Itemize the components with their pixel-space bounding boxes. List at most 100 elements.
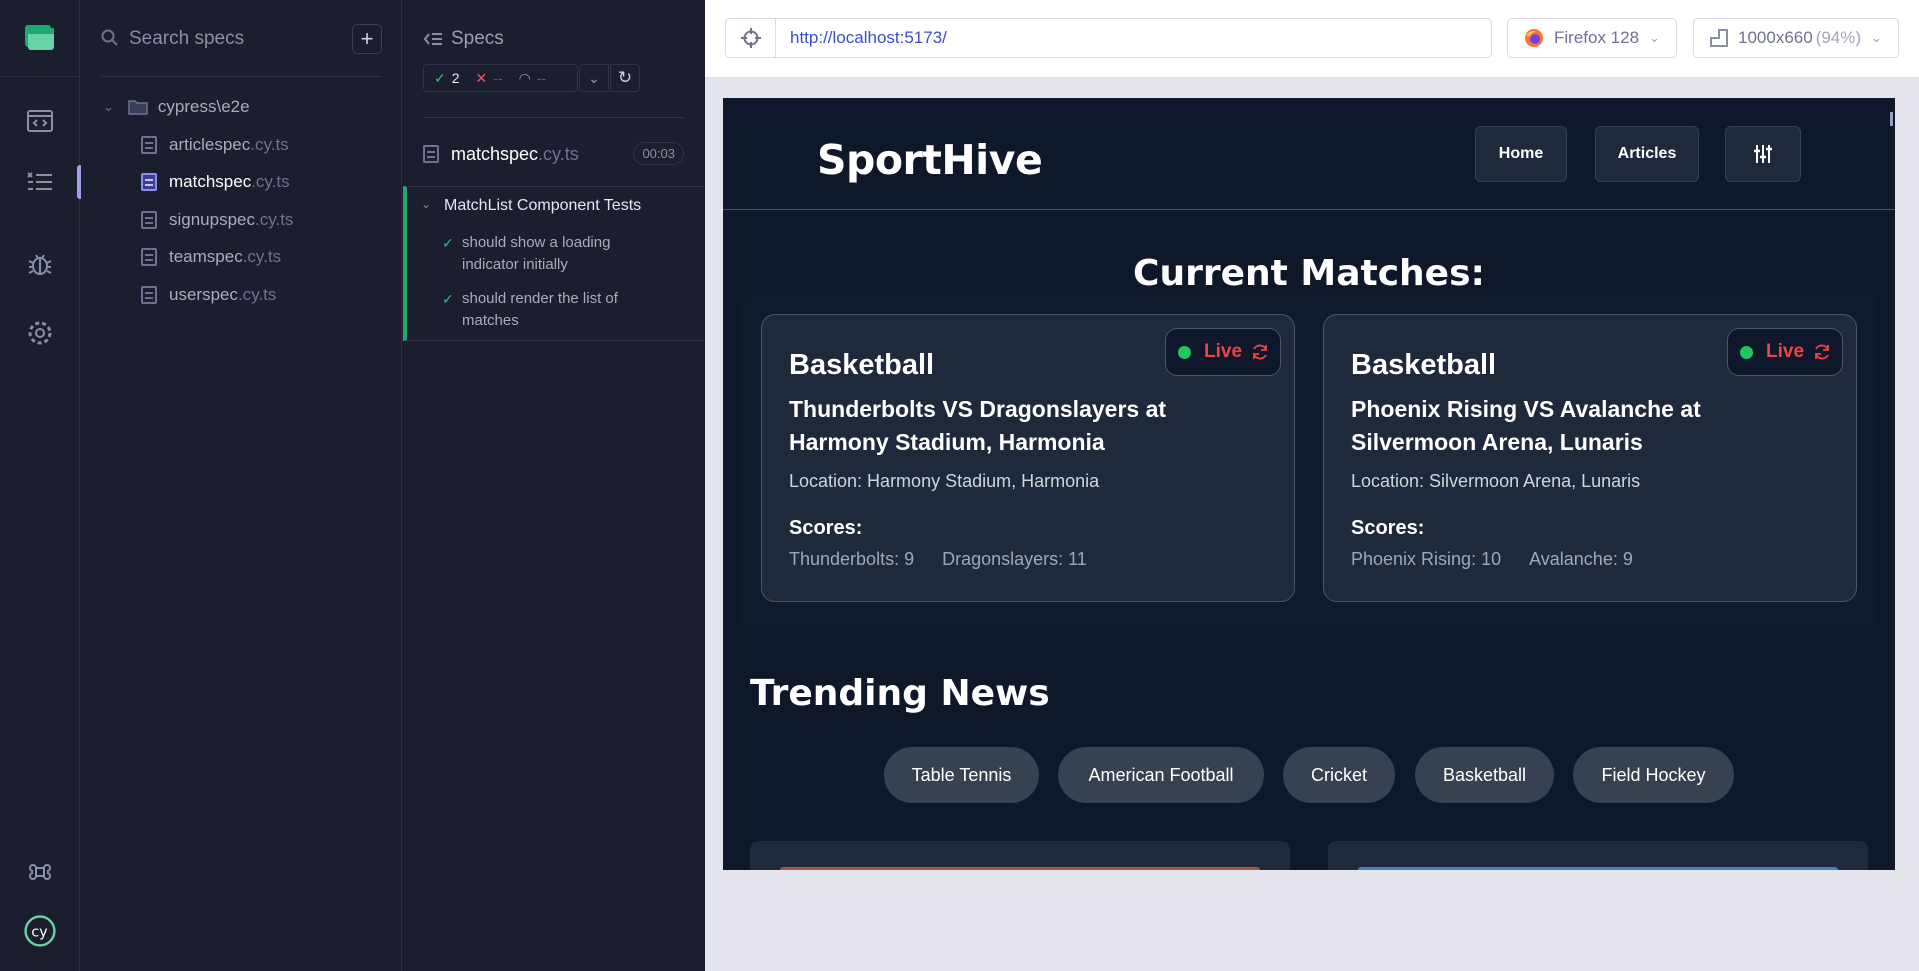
folder-name: cypress\e2e [157,97,250,116]
aut-area: http://localhost:5173/ Firefox 128 ⌄ 100… [705,0,1919,971]
spec-file-row[interactable]: articlespec .cy.ts [141,132,289,158]
match-card[interactable]: Live Basketball Thunderbolts VS Dragonsl… [761,314,1295,602]
refresh-icon[interactable] [1813,343,1831,361]
live-status-badge[interactable]: Live [1727,328,1843,376]
pass-check-icon: ✓ [442,291,454,307]
running-spec-ext: .cy.ts [538,143,579,164]
firefox-icon [1525,29,1543,47]
cypress-app-logo-icon[interactable] [24,24,54,50]
team-a-score: Thunderbolts: 9 [789,549,915,569]
pending-count: -- [536,70,547,86]
news-card[interactable] [1328,841,1868,870]
scores-label: Scores: [789,517,863,539]
match-card[interactable]: Live Basketball Phoenix Rising VS Avalan… [1323,314,1857,602]
reporter-header[interactable]: Specs [423,28,504,50]
aut-toolbar: http://localhost:5173/ Firefox 128 ⌄ 100… [705,0,1919,78]
chevron-down-icon: ⌄ [588,69,600,86]
search-icon [101,29,118,46]
pending-circle-icon: ◠ [518,69,531,86]
spec-file-name: matchspec [169,172,252,191]
folder-row[interactable]: ⌄ cypress\e2e [103,94,250,120]
document-icon [141,286,157,304]
test-item[interactable]: ✓ should show a loading indicator initia… [442,232,662,276]
chevron-down-icon: ⌄ [1649,30,1660,45]
failed-count: -- [493,70,503,86]
expand-collapse-button[interactable]: ⌄ [579,64,609,92]
suite-title: MatchList Component Tests [444,197,642,214]
scrollbar[interactable] [1890,112,1893,126]
spec-file-ext: .cy.ts [251,172,290,191]
news-image [780,867,1260,870]
spec-file-name: teamspec [169,247,243,266]
keyboard-shortcuts-icon[interactable] [24,856,56,888]
filter-settings-button[interactable] [1725,126,1801,182]
runs-icon[interactable] [24,105,56,137]
spec-file-ext: .cy.ts [237,285,277,304]
news-image [1358,867,1838,870]
spec-file-name: articlespec [169,135,251,154]
reporter-title: Specs [451,28,504,49]
spec-file-row[interactable]: signupspec .cy.ts [141,207,293,233]
spec-file-ext: .cy.ts [250,135,289,154]
search-underline [101,76,381,77]
document-icon [141,248,157,266]
rerun-button[interactable]: ↻ [610,64,640,92]
live-label: Live [1204,341,1243,362]
cypress-logo-icon: cy [24,915,56,947]
refresh-icon: ↻ [617,68,633,87]
document-icon [141,173,157,191]
url-text[interactable]: http://localhost:5173/ [790,28,947,48]
team-a-score: Phoenix Rising: 10 [1351,549,1502,569]
test-suite[interactable]: ⌄ MatchList Component Tests ✓ should sho… [403,186,704,341]
add-spec-button[interactable]: + [352,24,382,54]
viewport-info[interactable]: 1000x660 (94%) ⌄ [1693,18,1899,58]
match-sport: Basketball [789,349,935,381]
test-title: should show a loading indicator initiall… [462,234,611,273]
specs-tree-panel: Search specs + ⌄ cypress\e2e articlespec… [81,0,402,971]
match-title: Phoenix Rising VS Avalanche at Silvermoo… [1351,396,1701,455]
browser-select[interactable]: Firefox 128 ⌄ [1507,18,1677,58]
svg-text:cy: cy [31,925,48,941]
fail-x-icon: ✕ [475,69,488,86]
running-spec-name: matchspec [451,143,539,164]
score-line: Thunderbolts: 9 Dragonslayers: 11 [789,549,1115,570]
specs-list-icon[interactable] [24,165,56,197]
category-chip[interactable]: Table Tennis [884,747,1039,803]
spec-file-row[interactable]: userspec .cy.ts [141,282,276,308]
scores-label: Scores: [1351,517,1425,539]
search-specs[interactable]: Search specs [101,22,391,56]
brand-logo[interactable]: SportHive [817,136,1043,184]
reporter-divider [423,117,684,118]
reporter-panel: Specs ✓ 2 ✕ -- ◠ -- ⌄ ↻ matchspec .cy.ts … [403,0,704,971]
live-dot-icon [1740,345,1753,359]
category-chip[interactable]: Field Hockey [1573,747,1734,803]
spec-file-row-selected[interactable]: matchspec .cy.ts [141,169,290,195]
refresh-icon[interactable] [1251,343,1269,361]
chevron-down-icon: ⌄ [103,99,114,114]
category-chip[interactable]: Cricket [1283,747,1395,803]
debug-bug-icon[interactable] [24,248,56,280]
category-chip[interactable]: American Football [1058,747,1264,803]
viewport-scale: (94%) [1815,28,1862,47]
selector-playground-crosshair-icon[interactable] [726,19,776,57]
pass-check-icon: ✓ [442,235,454,251]
nav-home-button[interactable]: Home [1475,126,1567,182]
app-header: SportHive Home Articles [723,98,1895,210]
document-icon [141,211,157,229]
news-card[interactable] [750,841,1290,870]
sliders-icon [1754,145,1772,163]
spec-file-row[interactable]: teamspec .cy.ts [141,244,281,270]
passed-count: 2 [451,70,460,86]
chevron-down-icon: ⌄ [1871,30,1882,45]
live-label: Live [1766,341,1805,362]
trending-news-title: Trending News [750,673,1050,714]
spec-file-ext: .cy.ts [242,247,282,266]
test-item[interactable]: ✓ should render the list of matches [442,288,662,332]
nav-articles-button[interactable]: Articles [1595,126,1699,182]
url-bar[interactable]: http://localhost:5173/ [725,18,1492,58]
category-chip[interactable]: Basketball [1415,747,1554,803]
browser-name: Firefox 128 [1554,28,1640,47]
settings-gear-icon[interactable] [24,317,56,349]
search-specs-input[interactable]: Search specs [129,28,244,50]
live-status-badge[interactable]: Live [1165,328,1281,376]
